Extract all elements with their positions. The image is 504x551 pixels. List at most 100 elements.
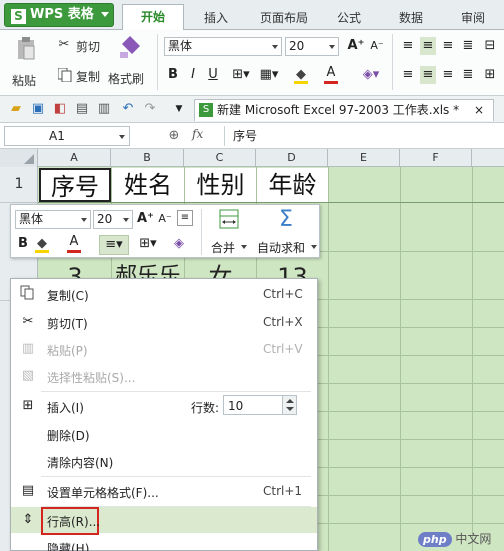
align-middle-icon[interactable]: ≡ — [420, 37, 436, 55]
wps-window: S WPS 表格 开始 插入 页面布局 公式 数据 审阅 粘贴 ✂ 剪切 复制 格… — [0, 0, 504, 551]
cell-d1[interactable]: 年龄 — [257, 168, 328, 202]
chevron-down-icon — [311, 245, 317, 249]
redo-icon[interactable]: ↷ — [142, 100, 158, 118]
menu-item-copy[interactable]: 复制(C) Ctrl+C — [11, 281, 317, 307]
font-color-button[interactable]: A — [324, 65, 350, 86]
mini-clear-format-icon[interactable]: ◈ — [169, 235, 189, 253]
menu-item-paste[interactable]: ▥ 粘贴(P) Ctrl+V — [11, 336, 317, 362]
mini-font-size-select[interactable]: 20 — [93, 210, 133, 229]
merge-button[interactable]: 合并 — [207, 207, 251, 257]
align-left-icon[interactable]: ≡ — [400, 66, 416, 84]
menu-item-insert[interactable]: ⊞ 插入(I) 行数: 10 — [11, 393, 317, 419]
font-name-select[interactable]: 黑体 — [164, 37, 282, 56]
mini-bold-button[interactable]: B — [17, 235, 29, 253]
grid-line — [318, 523, 504, 524]
column-header-c[interactable]: C — [184, 149, 256, 167]
justify-icon[interactable]: ≣ — [460, 66, 476, 84]
cell-b4[interactable]: 郝乐乐 — [112, 259, 184, 279]
orientation-icon[interactable]: ≣ — [460, 37, 476, 55]
tab-review[interactable]: 审阅 — [450, 8, 496, 28]
grow-font-icon[interactable]: A⁺ — [137, 210, 154, 228]
font-size-select[interactable]: 20 — [285, 37, 339, 56]
tab-insert[interactable]: 插入 — [192, 8, 240, 28]
copy-button[interactable]: 复制 — [56, 66, 108, 84]
tab-formulas[interactable]: 公式 — [326, 8, 372, 28]
tab-page-layout[interactable]: 页面布局 — [248, 8, 320, 28]
column-header-b[interactable]: B — [111, 149, 184, 167]
chevron-down-icon — [329, 45, 335, 49]
save-icon[interactable]: ▣ — [30, 100, 46, 118]
menu-item-hide[interactable]: 隐藏(H) — [11, 534, 317, 551]
cell-a1[interactable]: 序号 — [39, 168, 111, 202]
menu-item-row-height[interactable]: ⇕ 行高(R)... — [11, 507, 317, 535]
row-count-stepper[interactable]: 10 — [223, 395, 297, 415]
mini-font-name-select[interactable]: 黑体 — [15, 210, 91, 229]
cut-button[interactable]: ✂ 剪切 — [56, 36, 108, 54]
export-pdf-icon[interactable]: ◧ — [52, 100, 68, 118]
menu-item-clear-contents[interactable]: 清除内容(N) — [11, 448, 317, 474]
mini-border-icon[interactable]: ⊞▾ — [135, 235, 161, 253]
menu-item-delete[interactable]: 删除(D) — [11, 421, 317, 447]
align-center-icon[interactable]: ≡ — [420, 66, 436, 84]
mini-fill-color-button[interactable]: ◆ — [35, 235, 59, 255]
column-header-f[interactable]: F — [400, 149, 472, 167]
cell-c4[interactable]: 女 — [185, 259, 256, 279]
stepper-buttons[interactable] — [282, 396, 296, 414]
select-all-corner[interactable] — [0, 149, 38, 167]
menu-item-cut[interactable]: ✂ 剪切(T) Ctrl+X — [11, 309, 317, 335]
name-box[interactable]: A1 — [4, 126, 130, 146]
menu-item-format-cells[interactable]: ▤ 设置单元格格式(F)... Ctrl+1 — [11, 478, 317, 504]
paste-button[interactable]: 粘贴 — [8, 32, 42, 92]
app-menu-button[interactable]: S WPS 表格 — [4, 3, 114, 27]
cell-b1[interactable]: 姓名 — [112, 168, 184, 202]
underline-button[interactable]: U — [206, 66, 220, 84]
chevron-down-icon — [241, 245, 247, 249]
print-icon[interactable]: ▤ — [74, 100, 90, 118]
cell-d4[interactable]: 13 — [257, 259, 328, 279]
open-folder-icon[interactable]: ▰ — [8, 100, 24, 118]
grow-font-icon[interactable]: A⁺ — [346, 37, 366, 55]
fill-color-button[interactable]: ◆ — [294, 66, 318, 86]
autosum-button[interactable]: Σ 自动求和 — [255, 207, 319, 257]
ribbon-separator — [157, 34, 158, 90]
customize-dropdown-icon[interactable]: ▼ — [172, 100, 186, 118]
chevron-down-icon — [119, 135, 125, 139]
cell-c1[interactable]: 性别 — [185, 168, 256, 202]
distributed-icon[interactable]: ⊞ — [482, 66, 498, 84]
align-right-icon[interactable]: ≡ — [440, 66, 456, 84]
tab-data[interactable]: 数据 — [388, 8, 434, 28]
bold-button[interactable]: B — [166, 66, 180, 84]
chevron-down-icon[interactable] — [286, 407, 294, 411]
wrap-text-icon[interactable]: ⊟ — [482, 37, 498, 55]
align-bottom-icon[interactable]: ≡ — [440, 37, 456, 55]
menu-item-paste-special[interactable]: ▧ 选择性粘贴(S)... — [11, 363, 317, 389]
cell-format-icon[interactable]: ≡ — [177, 210, 193, 226]
align-top-icon[interactable]: ≡ — [400, 37, 416, 55]
clear-format-icon[interactable]: ◈▾ — [360, 66, 382, 84]
column-header-a[interactable]: A — [38, 149, 111, 167]
italic-button[interactable]: I — [186, 66, 200, 84]
format-painter-button[interactable]: 格式刷 — [108, 32, 150, 92]
cell-style-icon[interactable]: ▦▾ — [258, 66, 280, 84]
menu-item-label: 选择性粘贴(S)... — [47, 371, 136, 385]
zoom-search-icon[interactable]: ⊕ — [166, 127, 182, 145]
mini-align-center-icon[interactable]: ≡▾ — [99, 235, 129, 255]
row-header-1[interactable]: 1 — [0, 167, 38, 203]
undo-icon[interactable]: ↶ — [120, 100, 136, 118]
row-count-value: 10 — [228, 399, 244, 413]
shrink-font-icon[interactable]: A⁻ — [368, 37, 386, 55]
merge-label: 合并 — [211, 241, 236, 255]
document-tab[interactable]: S 新建 Microsoft Excel 97-2003 工作表.xls * × — [194, 99, 494, 121]
column-header-e[interactable]: E — [328, 149, 400, 167]
chevron-up-icon[interactable] — [286, 399, 294, 403]
tab-home[interactable]: 开始 — [122, 4, 184, 31]
print-preview-icon[interactable]: ▥ — [96, 100, 112, 118]
column-header-d[interactable]: D — [256, 149, 328, 167]
formula-input[interactable]: 序号 — [224, 126, 500, 146]
shrink-font-icon[interactable]: A⁻ — [157, 210, 173, 228]
insert-function-icon[interactable]: fx — [192, 127, 214, 141]
border-icon[interactable]: ⊞▾ — [230, 66, 252, 84]
cell-a4[interactable]: 3 — [39, 259, 111, 279]
close-tab-icon[interactable]: × — [471, 100, 487, 120]
mini-font-color-button[interactable]: A — [67, 234, 91, 255]
